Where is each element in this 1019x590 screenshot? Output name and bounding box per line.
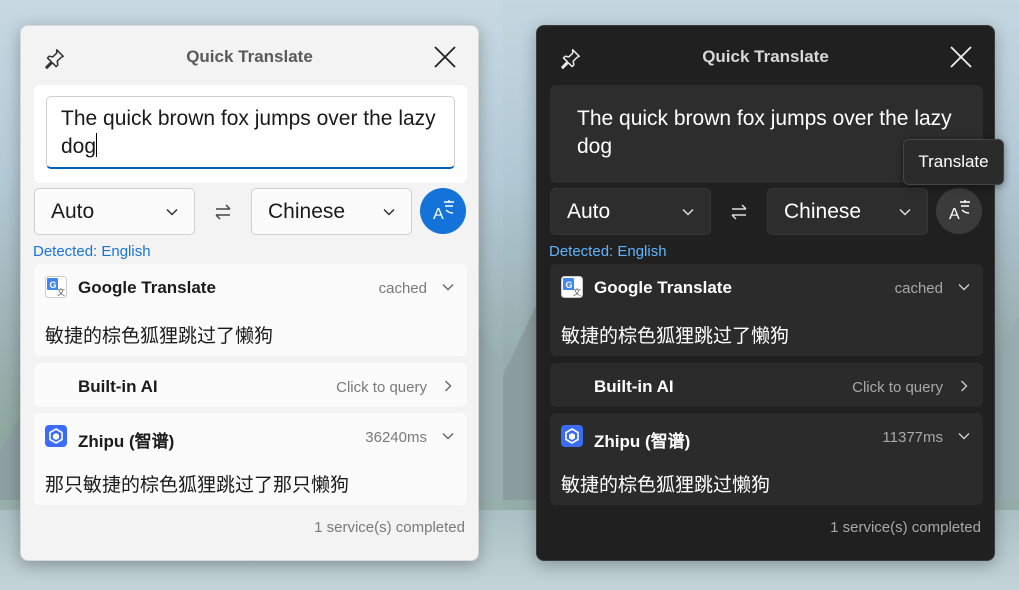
service-status: Click to query xyxy=(336,379,427,396)
service-card-builtin-ai[interactable]: Built-in AI Click to query xyxy=(550,363,983,407)
service-card-google[interactable]: G文 Google Translate cached 敏捷的棕色狐狸跳过了懒狗 xyxy=(34,264,467,356)
zhipu-icon xyxy=(561,425,583,447)
service-status: cached xyxy=(378,280,427,297)
service-card-header[interactable]: G文 Google Translate cached xyxy=(34,264,467,308)
service-card-header[interactable]: Built-in AI Click to query xyxy=(34,363,467,407)
target-language-value: Chinese xyxy=(268,200,346,223)
service-name: Google Translate xyxy=(594,278,732,297)
service-name: Built-in AI xyxy=(594,377,674,396)
language-row: Auto Chinese A xyxy=(34,188,467,236)
chevron-down-icon[interactable] xyxy=(441,429,455,443)
google-translate-icon: G文 xyxy=(561,276,583,298)
chevron-down-icon xyxy=(897,204,913,220)
swap-languages-icon[interactable] xyxy=(728,201,750,223)
source-text-input[interactable]: The quick brown fox jumps over the lazy … xyxy=(46,96,455,169)
service-status: Click to query xyxy=(852,379,943,396)
service-card-google[interactable]: G文 Google Translate cached 敏捷的棕色狐狸跳过了懒狗 xyxy=(550,264,983,356)
service-status: cached xyxy=(894,280,943,297)
chevron-right-icon[interactable] xyxy=(957,379,971,393)
quick-translate-window-light: Quick Translate The quick brown fox jump… xyxy=(20,25,479,561)
service-card-header[interactable]: G文 Google Translate cached xyxy=(550,264,983,308)
source-input-panel: The quick brown fox jumps over the lazy … xyxy=(34,85,467,183)
chevron-down-icon[interactable] xyxy=(441,280,455,294)
svg-text:文: 文 xyxy=(57,287,65,297)
chevron-down-icon[interactable] xyxy=(957,280,971,294)
quick-translate-window-dark: Quick Translate The quick brown fox jump… xyxy=(536,25,995,561)
completion-status: 1 service(s) completed xyxy=(314,519,465,536)
translate-icon: A xyxy=(949,200,970,223)
svg-text:A: A xyxy=(949,206,960,223)
translation-result: 那只敏捷的棕色狐狸跳过了那只懒狗 xyxy=(45,474,350,496)
service-card-zhipu[interactable]: Zhipu (智谱) 36240ms 那只敏捷的棕色狐狸跳过了那只懒狗 xyxy=(34,413,467,505)
swap-languages-icon[interactable] xyxy=(212,201,234,223)
google-translate-icon: G文 xyxy=(45,276,67,298)
window-title: Quick Translate xyxy=(186,47,313,66)
service-card-builtin-ai[interactable]: Built-in AI Click to query xyxy=(34,363,467,407)
translate-button[interactable]: A xyxy=(936,188,982,234)
detected-language: Detected: English xyxy=(549,243,667,260)
service-name: Built-in AI xyxy=(78,377,158,396)
title-bar: Quick Translate xyxy=(21,26,478,86)
service-name: Zhipu (智谱) xyxy=(594,432,691,451)
target-language-select[interactable]: Chinese xyxy=(251,188,412,235)
close-icon[interactable] xyxy=(432,44,458,70)
service-status: 11377ms xyxy=(882,429,943,446)
source-language-select[interactable]: Auto xyxy=(550,188,711,235)
svg-text:A: A xyxy=(433,206,444,223)
source-language-select[interactable]: Auto xyxy=(34,188,195,235)
detected-language: Detected: English xyxy=(33,243,151,260)
translate-icon: A xyxy=(433,200,454,223)
translate-button[interactable]: A xyxy=(420,188,466,234)
service-card-header[interactable]: Zhipu (智谱) 36240ms xyxy=(34,413,467,457)
chevron-down-icon[interactable] xyxy=(957,429,971,443)
title-bar: Quick Translate xyxy=(537,26,994,86)
service-card-zhipu[interactable]: Zhipu (智谱) 11377ms 敏捷的棕色狐狸跳过懒狗 xyxy=(550,413,983,505)
source-language-value: Auto xyxy=(567,200,611,223)
language-row: Auto Chinese A xyxy=(550,188,983,236)
source-language-value: Auto xyxy=(51,200,95,223)
service-card-header[interactable]: Zhipu (智谱) 11377ms xyxy=(550,413,983,457)
window-title: Quick Translate xyxy=(702,47,829,66)
svg-text:G: G xyxy=(566,280,573,290)
service-name: Zhipu (智谱) xyxy=(78,432,175,451)
chevron-down-icon xyxy=(680,204,696,220)
target-language-select[interactable]: Chinese xyxy=(767,188,928,235)
svg-text:文: 文 xyxy=(573,287,581,297)
completion-status: 1 service(s) completed xyxy=(830,519,981,536)
chevron-down-icon xyxy=(164,204,180,220)
text-caret xyxy=(96,133,98,157)
close-icon[interactable] xyxy=(948,44,974,70)
translation-result: 敏捷的棕色狐狸跳过了懒狗 xyxy=(45,325,274,347)
chevron-down-icon xyxy=(381,204,397,220)
chevron-right-icon[interactable] xyxy=(441,379,455,393)
zhipu-icon xyxy=(45,425,67,447)
translate-tooltip: Translate xyxy=(903,139,1004,185)
service-card-header[interactable]: Built-in AI Click to query xyxy=(550,363,983,407)
translation-result: 敏捷的棕色狐狸跳过懒狗 xyxy=(561,474,771,496)
target-language-value: Chinese xyxy=(784,200,862,223)
svg-text:G: G xyxy=(50,280,57,290)
service-status: 36240ms xyxy=(365,429,427,446)
translation-result: 敏捷的棕色狐狸跳过了懒狗 xyxy=(561,325,790,347)
service-name: Google Translate xyxy=(78,278,216,297)
